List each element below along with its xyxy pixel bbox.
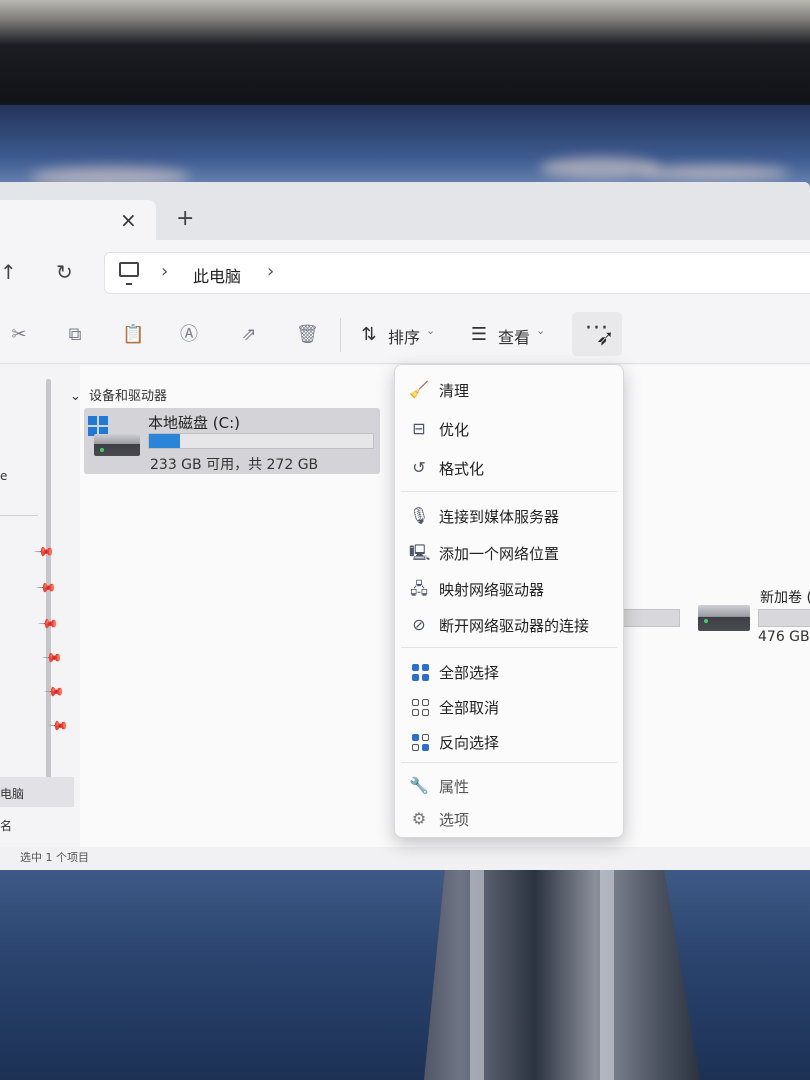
- pin-icon: 📌: [35, 577, 58, 600]
- select-none-icon: [412, 699, 429, 716]
- drive-capacity-bar: [148, 433, 374, 449]
- menu-item-cleanup[interactable]: 🧹 清理: [395, 373, 623, 407]
- menu-item-label: 反向选择: [439, 734, 500, 752]
- mouse-cursor-icon: ➶: [596, 326, 615, 351]
- broom-icon: 🧹: [409, 380, 429, 399]
- menu-item-format[interactable]: ↺ 格式化: [395, 451, 623, 485]
- menu-separator: [401, 491, 617, 492]
- drive-space-info: 476 GB: [758, 629, 810, 645]
- sidebar-item-label[interactable]: 名: [0, 817, 12, 834]
- pin-icon: 📌: [33, 541, 56, 564]
- wrench-icon: 🔧: [409, 776, 429, 795]
- select-all-icon: [412, 664, 429, 681]
- refresh-icon[interactable]: ↻: [56, 260, 73, 284]
- drive-space-info: 233 GB 可用，共 272 GB: [150, 457, 319, 473]
- windows-logo-icon: [88, 416, 108, 436]
- format-drive-icon: ↺: [412, 458, 426, 477]
- sort-icon[interactable]: ⇅: [358, 324, 380, 346]
- navigation-bar: ↑ ↻ › 此电脑 › 收起: [0, 240, 810, 356]
- view-icon[interactable]: ☰: [468, 324, 490, 346]
- menu-item-label: 格式化: [439, 460, 485, 478]
- tab-bar: × +: [0, 182, 810, 242]
- sidebar-item-label[interactable]: e: [0, 469, 7, 483]
- computer-icon: [119, 262, 139, 285]
- see-more-menu: 🧹 清理 ⊟ 优化 ↺ 格式化 🎙 连接到媒体服务器 🖳 添加一个网络位置 🖧 …: [394, 364, 624, 838]
- copy-icon[interactable]: ⧉: [64, 324, 86, 346]
- menu-item-label: 全部取消: [439, 699, 500, 717]
- invert-selection-icon: [412, 734, 429, 751]
- menu-item-map-network-drive[interactable]: 🖧 映射网络驱动器: [395, 572, 623, 606]
- menu-item-label: 选项: [439, 811, 470, 829]
- status-text: 选中 1 个项目: [20, 851, 89, 864]
- network-location-icon: 🖳: [409, 543, 431, 562]
- up-arrow-icon[interactable]: ↑: [0, 260, 17, 284]
- view-button[interactable]: 查看: [498, 324, 530, 348]
- menu-separator: [401, 647, 617, 648]
- optimize-drive-icon: ⊟: [412, 419, 426, 438]
- menu-item-label: 断开网络驱动器的连接: [439, 617, 590, 635]
- address-bar[interactable]: › 此电脑 ›: [104, 252, 810, 294]
- sidebar-divider: [0, 515, 38, 516]
- drive-name[interactable]: 新加卷 (: [760, 587, 810, 607]
- menu-separator: [401, 762, 617, 763]
- chevron-down-icon[interactable]: ⌄: [426, 324, 435, 337]
- drive-capacity-fill: [149, 434, 181, 448]
- media-server-icon: 🎙: [409, 506, 430, 525]
- sidebar-item-label: 电脑: [0, 787, 25, 801]
- close-tab-icon[interactable]: ×: [120, 208, 137, 232]
- menu-item-disconnect-network-drive[interactable]: ⊘ 断开网络驱动器的连接: [395, 608, 623, 642]
- network-drive-icon: 🖧: [410, 579, 428, 598]
- menu-item-select-none[interactable]: 全部取消: [395, 690, 623, 724]
- delete-icon[interactable]: 🗑: [296, 324, 319, 346]
- drive-capacity-bar: [758, 609, 810, 627]
- drive-name: 本地磁盘 (C:): [148, 414, 240, 432]
- menu-item-invert-selection[interactable]: 反向选择: [395, 725, 623, 759]
- drive-icon: [94, 434, 140, 456]
- menu-item-properties[interactable]: 🔧 属性: [395, 769, 623, 803]
- chevron-right-icon[interactable]: ›: [161, 261, 168, 282]
- chevron-down-icon[interactable]: ⌄: [536, 324, 545, 337]
- drive-capacity-bar: [616, 609, 680, 627]
- section-title: 设备和驱动器: [89, 389, 168, 404]
- toolbar-divider: [340, 318, 341, 352]
- pier-rail: [470, 868, 484, 1080]
- pin-icon: 📌: [37, 613, 60, 636]
- status-bar: 选中 1 个项目: [0, 847, 810, 870]
- section-devices-drives[interactable]: ⌄ 设备和驱动器: [70, 385, 167, 404]
- menu-item-label: 全部选择: [439, 664, 500, 682]
- cut-icon[interactable]: ✂: [8, 324, 30, 346]
- menu-item-label: 连接到媒体服务器: [439, 508, 560, 526]
- drive-icon: [698, 605, 750, 631]
- monitor-bezel: [0, 0, 810, 115]
- navigation-pane: e 📌 📌 📌 📌 📌 📌 电脑 名: [0, 365, 80, 847]
- tab-this-pc[interactable]: ×: [0, 200, 156, 242]
- wallpaper-pier: [424, 868, 700, 1080]
- pin-icon: 📌: [41, 647, 64, 670]
- share-icon[interactable]: ⇗: [238, 324, 260, 346]
- chevron-down-icon: ⌄: [70, 389, 81, 404]
- menu-item-add-network-location[interactable]: 🖳 添加一个网络位置: [395, 536, 623, 570]
- menu-item-media-server[interactable]: 🎙 连接到媒体服务器: [395, 499, 623, 533]
- breadcrumb-this-pc[interactable]: 此电脑: [193, 263, 241, 287]
- sort-button[interactable]: 排序: [388, 324, 420, 348]
- command-bar: ✂ ⧉ 📋 Ⓐ ⇗ 🗑 ⇅ 排序 ⌄ ☰ 查看 ⌄ ···: [0, 304, 810, 364]
- paste-icon[interactable]: 📋: [122, 324, 144, 346]
- drive-c-tile[interactable]: 本地磁盘 (C:) 233 GB 可用，共 272 GB: [84, 408, 380, 474]
- disconnect-drive-icon: ⊘: [412, 615, 426, 634]
- menu-item-label: 映射网络驱动器: [439, 581, 545, 599]
- menu-item-label: 清理: [439, 382, 470, 400]
- menu-item-label: 优化: [439, 421, 470, 439]
- chevron-right-icon[interactable]: ›: [267, 261, 274, 282]
- menu-item-label: 添加一个网络位置: [439, 545, 560, 563]
- pier-rail: [600, 868, 614, 1080]
- rename-icon[interactable]: Ⓐ: [178, 324, 200, 346]
- menu-item-select-all[interactable]: 全部选择: [395, 655, 623, 689]
- sidebar-item-this-pc[interactable]: 电脑: [0, 777, 74, 807]
- new-tab-button[interactable]: +: [176, 206, 194, 231]
- menu-item-label: 属性: [439, 778, 470, 796]
- menu-item-optimize[interactable]: ⊟ 优化: [395, 412, 623, 446]
- menu-item-options[interactable]: ⚙ 选项: [395, 802, 623, 836]
- gear-icon: ⚙: [411, 809, 427, 828]
